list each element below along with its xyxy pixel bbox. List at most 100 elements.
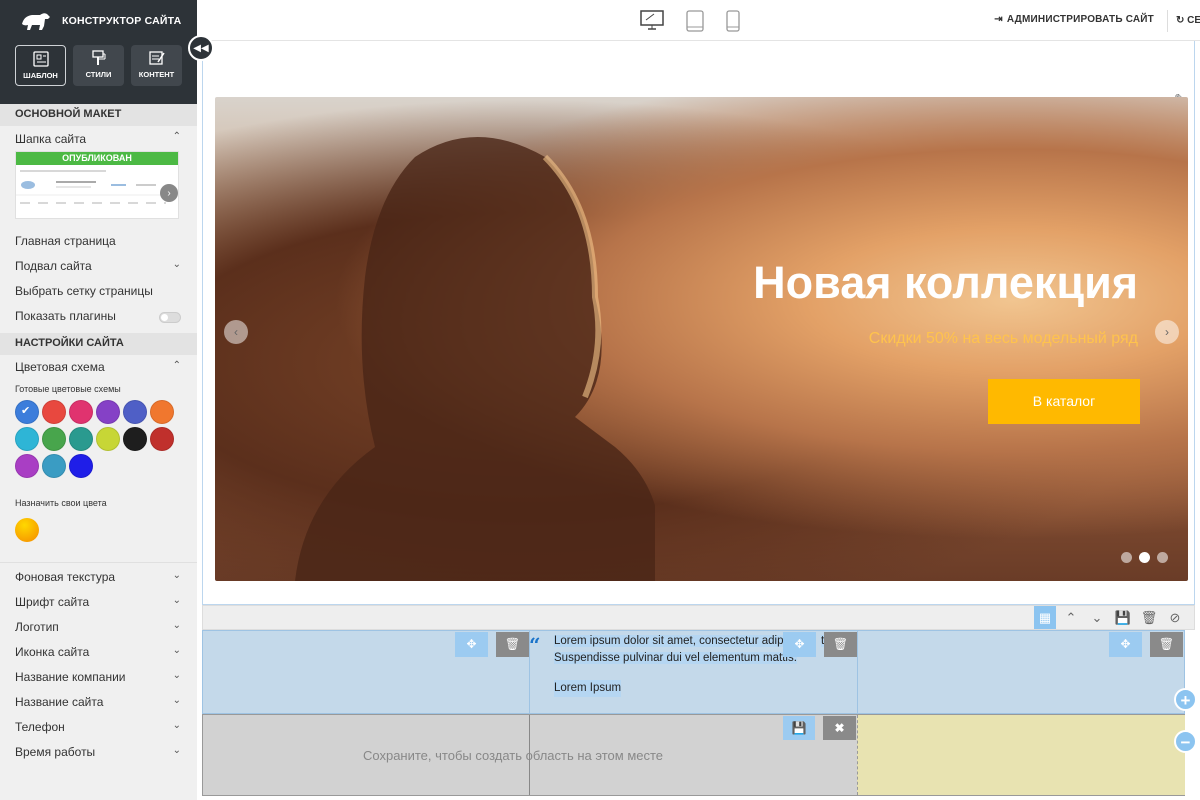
color-swatch[interactable] (123, 427, 147, 451)
mode-template-button[interactable]: ШАБЛОН (15, 45, 66, 86)
sidebar-item-label: Название компании (15, 670, 126, 684)
sidebar-item-font[interactable]: Шрифт сайта ⌄ (0, 590, 197, 615)
caption-text: Lorem Ipsum (554, 680, 622, 697)
admin-site-link[interactable]: ⇥ АДМИНИСТРИРОВАТЬ САЙТ (994, 14, 1158, 25)
save-hint: Сохраните, чтобы создать область на этом… (363, 748, 664, 763)
color-swatch[interactable] (69, 454, 93, 478)
grid-icon[interactable]: ▦ (1034, 606, 1056, 629)
slider-dot[interactable] (1139, 552, 1150, 563)
sidebar-item-footer-label: Подвал сайта (15, 259, 92, 273)
quote-icon: “ (529, 633, 541, 657)
slider-dots (1121, 552, 1168, 563)
section-settings-heading: НАСТРОЙКИ САЙТА (0, 333, 197, 355)
move-down-icon[interactable]: ⌄ (1086, 606, 1108, 629)
sidebar-item-grid-label: Выбрать сетку страницы (15, 284, 153, 298)
sidebar-item-home-label: Главная страница (15, 234, 116, 248)
sidebar-item-logo[interactable]: Логотип ⌄ (0, 615, 197, 640)
sidebar-item-site-name[interactable]: Название сайта ⌄ (0, 690, 197, 715)
hero-image (295, 137, 655, 581)
color-swatch[interactable] (42, 400, 66, 424)
paragraph-line-1: Lorem ipsum dolor sit amet, consectetur … (554, 635, 792, 647)
move-icon[interactable]: ✥ (1109, 632, 1142, 657)
hero-slider: Новая коллекция Скидки 50% на весь модел… (215, 97, 1188, 581)
slider-dot[interactable] (1121, 552, 1132, 563)
custom-colors-label: Назначить свои цвета (15, 498, 107, 508)
plugins-toggle[interactable] (159, 312, 181, 323)
check-icon: ✔ (21, 405, 31, 417)
sidebar-item-label: Время работы (15, 745, 96, 759)
sidebar-item-bg-texture[interactable]: Фоновая текстура ⌄ (0, 565, 197, 590)
mobile-icon[interactable] (726, 10, 740, 32)
slide-title: Новая коллекция (753, 257, 1138, 308)
new-area-placeholder[interactable] (857, 715, 1185, 795)
sidebar-item-hours[interactable]: Время работы ⌄ (0, 740, 197, 765)
chevron-up-icon: ⌃ (172, 360, 181, 371)
catalog-button[interactable]: В каталог (988, 379, 1140, 424)
editor-main: ⇥АДМИНИСТРИРОВАТЬ САЙТ ↻ СЕ ✎ Новая колл… (197, 0, 1200, 800)
color-swatch[interactable] (96, 427, 120, 451)
chevron-down-icon: ⌄ (172, 570, 181, 581)
sidebar-item-label: Иконка сайта (15, 645, 90, 659)
chevron-down-icon: ⌄ (172, 595, 181, 606)
sidebar-header: КОНСТРУКТОР САЙТА ШАБЛОН СТИЛИ КОНТЕНТ (0, 0, 197, 104)
sidebar-item-home[interactable]: Главная страница (0, 229, 197, 254)
move-icon[interactable]: ✥ (455, 632, 488, 657)
color-swatch[interactable] (15, 454, 39, 478)
sidebar-item-footer[interactable]: Подвал сайта ⌄ (0, 254, 197, 279)
move-icon[interactable]: ✥ (783, 632, 816, 657)
mode-styles-label: СТИЛИ (85, 70, 112, 79)
custom-color-picker[interactable] (15, 518, 39, 542)
remove-row-icon[interactable]: − (1174, 730, 1197, 753)
chevron-down-icon: ⌄ (172, 720, 181, 731)
sidebar-item-label: Шрифт сайта (15, 595, 90, 609)
move-up-icon[interactable]: ⌃ (1060, 606, 1082, 629)
sidebar-item-color-scheme[interactable]: Цветовая схема ⌃ (0, 355, 197, 380)
sidebar-item-header[interactable]: Шапка сайта ⌃ (0, 126, 197, 151)
styles-icon (91, 50, 105, 65)
refresh-label: СЕ (1187, 15, 1200, 26)
mode-switcher: ШАБЛОН СТИЛИ КОНТЕНТ (15, 45, 182, 86)
color-swatch[interactable] (96, 400, 120, 424)
color-swatch[interactable] (69, 427, 93, 451)
mode-styles-button[interactable]: СТИЛИ (73, 45, 124, 86)
slider-next-arrow-icon[interactable]: › (1155, 320, 1179, 344)
color-swatch[interactable] (69, 400, 93, 424)
color-swatch[interactable]: ✔ (15, 400, 39, 424)
tablet-icon[interactable] (686, 10, 704, 32)
admin-site-label: АДМИНИСТРИРОВАТЬ САЙТ (1006, 14, 1154, 25)
slider-prev-arrow-icon[interactable]: ‹ (224, 320, 248, 344)
color-swatch[interactable] (150, 427, 174, 451)
color-swatch[interactable] (42, 427, 66, 451)
mode-content-button[interactable]: КОНТЕНТ (131, 45, 182, 86)
sidebar-item-label: Логотип (15, 620, 59, 634)
refresh-button[interactable]: ↻ СЕ (1167, 10, 1200, 32)
trash-icon[interactable]: 🗑 (824, 632, 857, 657)
color-swatch[interactable] (15, 427, 39, 451)
mode-template-label: ШАБЛОН (23, 71, 58, 80)
color-swatch[interactable] (123, 400, 147, 424)
chevron-down-icon: ⌄ (172, 620, 181, 631)
sidebar-item-grid[interactable]: Выбрать сетку страницы (0, 279, 197, 304)
trash-icon[interactable]: 🗑 (496, 632, 529, 657)
save-area-icon[interactable]: 💾 (783, 716, 815, 740)
sidebar-item-plugins-label: Показать плагины (15, 309, 116, 323)
close-icon[interactable]: ✖ (823, 716, 856, 740)
color-swatch[interactable] (42, 454, 66, 478)
desktop-icon[interactable] (640, 10, 664, 30)
sidebar-item-phone[interactable]: Телефон ⌄ (0, 715, 197, 740)
color-swatch-grid: ✔ (0, 398, 197, 478)
trash-icon[interactable]: 🗑 (1150, 632, 1183, 657)
collapse-sidebar-button[interactable]: ◀◀ (188, 35, 214, 61)
sidebar-item-company-name[interactable]: Название компании ⌄ (0, 665, 197, 690)
save-icon[interactable]: 💾 (1112, 606, 1134, 629)
add-row-icon[interactable]: + (1174, 688, 1197, 711)
header-preview-thumbnail[interactable]: ОПУБЛИКОВАН › (15, 151, 179, 219)
color-swatch[interactable] (150, 400, 174, 424)
hide-icon[interactable]: ⊘ (1164, 606, 1186, 629)
section-layout-heading: ОСНОВНОЙ МАКЕТ (0, 104, 197, 126)
sidebar-item-plugins[interactable]: Показать плагины (0, 304, 197, 329)
trash-icon[interactable]: 🗑 (1138, 606, 1160, 629)
slider-dot[interactable] (1157, 552, 1168, 563)
thumbnail-next-arrow-icon[interactable]: › (160, 184, 178, 202)
sidebar-item-favicon[interactable]: Иконка сайта ⌄ (0, 640, 197, 665)
